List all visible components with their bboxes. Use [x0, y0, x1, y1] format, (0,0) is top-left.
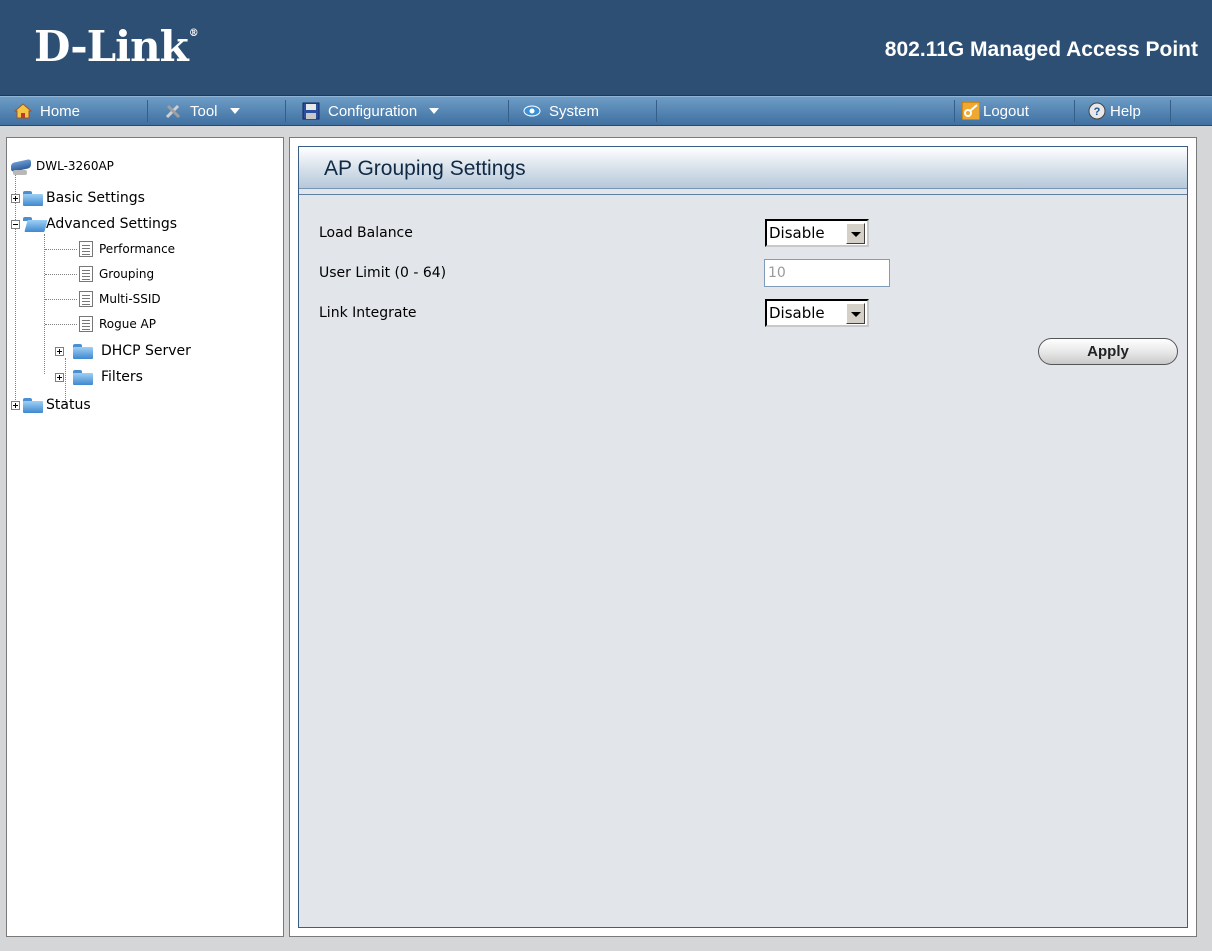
key-icon: [961, 101, 981, 121]
access-point-icon: [11, 155, 33, 177]
panel-header: AP Grouping Settings: [299, 147, 1187, 189]
registered-mark: ®: [188, 28, 199, 39]
chevron-down-icon: [229, 108, 240, 114]
tree-root-label: DWL-3260AP: [36, 159, 114, 173]
dropdown-arrow-icon[interactable]: [846, 302, 865, 324]
tree-item-grouping[interactable]: Grouping: [79, 264, 154, 284]
menu-configuration[interactable]: Configuration: [302, 97, 440, 125]
tree-item-filters[interactable]: Filters: [55, 367, 143, 387]
menu-logout[interactable]: Logout: [961, 97, 1029, 125]
user-limit-label: User Limit (0 - 64): [319, 265, 447, 281]
menu-system-label: System: [549, 102, 600, 120]
apply-button[interactable]: Apply: [1038, 338, 1178, 365]
link-integrate-label: Link Integrate: [319, 305, 417, 321]
divider: [299, 194, 1187, 195]
tree-item-rogue-ap[interactable]: Rogue AP: [79, 314, 156, 334]
tree-item-label: Grouping: [99, 267, 155, 281]
page-title: AP Grouping Settings: [324, 157, 526, 180]
menu-divider: [147, 100, 148, 122]
menu-help-label: Help: [1110, 102, 1141, 120]
settings-panel: AP Grouping Settings Load Balance Disabl…: [298, 146, 1188, 928]
user-limit-input[interactable]: 10: [764, 259, 890, 287]
tree-item-label: Filters: [101, 369, 143, 385]
menu-divider: [1170, 100, 1171, 122]
home-icon: [13, 102, 33, 120]
tree-item-label: Status: [46, 397, 91, 413]
tree-connector: [15, 174, 16, 404]
folder-icon: [73, 369, 93, 385]
folder-icon: [73, 343, 93, 359]
content-area: AP Grouping Settings Load Balance Disabl…: [289, 137, 1197, 937]
load-balance-label: Load Balance: [319, 225, 413, 241]
link-integrate-value: Disable: [769, 304, 825, 322]
document-icon: [79, 291, 93, 307]
link-integrate-select[interactable]: Disable: [765, 299, 869, 327]
tree-item-performance[interactable]: Performance: [79, 239, 175, 259]
product-title: 802.11G Managed Access Point: [884, 38, 1198, 61]
menu-logout-label: Logout: [983, 102, 1029, 120]
tree-item-label: Rogue AP: [99, 317, 157, 331]
expand-plus-icon[interactable]: [55, 372, 64, 382]
menu-home-label: Home: [40, 102, 81, 120]
header-banner: D-Link® 802.11G Managed Access Point: [0, 0, 1212, 96]
dropdown-arrow-icon[interactable]: [846, 222, 865, 244]
menu-tool-label: Tool: [190, 102, 218, 120]
tree-item-label: Advanced Settings: [46, 216, 178, 232]
folder-icon: [23, 190, 43, 206]
document-icon: [79, 241, 93, 257]
menu-help[interactable]: ? Help: [1088, 97, 1141, 125]
expand-plus-icon[interactable]: [11, 400, 20, 410]
menu-divider: [954, 100, 955, 122]
tool-icon: [164, 102, 182, 120]
expand-plus-icon[interactable]: [55, 346, 64, 356]
menu-configuration-label: Configuration: [328, 102, 418, 120]
menu-divider: [508, 100, 509, 122]
tree-item-label: Performance: [99, 242, 176, 256]
tree-root-device[interactable]: DWL-3260AP: [11, 156, 114, 176]
document-icon: [79, 266, 93, 282]
tree-item-dhcp-server[interactable]: DHCP Server: [55, 341, 191, 361]
tree-item-label: Basic Settings: [46, 190, 145, 206]
main-frame: DWL-3260AP Basic Settings Advanced Setti…: [0, 127, 1212, 951]
open-folder-icon: [23, 216, 43, 232]
tree-connector: [45, 324, 77, 325]
menu-divider: [1074, 100, 1075, 122]
menu-bar: Home Tool Configuration System Logout ?: [0, 96, 1212, 126]
floppy-disk-icon: [302, 102, 320, 120]
menu-system[interactable]: System: [523, 97, 599, 125]
chevron-down-icon: [429, 108, 440, 114]
help-icon: ?: [1088, 102, 1106, 120]
dlink-logo: D-Link®: [34, 22, 199, 71]
tree-item-label: Multi-SSID: [99, 292, 161, 306]
menu-tool[interactable]: Tool: [164, 97, 240, 125]
folder-icon: [23, 397, 43, 413]
menu-divider: [285, 100, 286, 122]
document-icon: [79, 316, 93, 332]
load-balance-select[interactable]: Disable: [765, 219, 869, 247]
menu-divider: [656, 100, 657, 122]
tree-connector: [45, 299, 77, 300]
menu-home[interactable]: Home: [13, 97, 81, 125]
tree-item-multi-ssid[interactable]: Multi-SSID: [79, 289, 161, 309]
tree-item-basic-settings[interactable]: Basic Settings: [11, 188, 145, 208]
load-balance-value: Disable: [769, 224, 825, 242]
tree-connector: [45, 249, 77, 250]
tree-item-status[interactable]: Status: [11, 395, 91, 415]
navigation-tree: DWL-3260AP Basic Settings Advanced Setti…: [6, 137, 284, 937]
tree-item-label: DHCP Server: [101, 343, 191, 359]
svg-text:?: ?: [1094, 106, 1101, 118]
collapse-minus-icon[interactable]: [11, 219, 20, 229]
tree-connector: [45, 274, 77, 275]
system-icon: [523, 102, 541, 120]
tree-item-advanced-settings[interactable]: Advanced Settings: [11, 214, 177, 234]
expand-plus-icon[interactable]: [11, 193, 20, 203]
tree-connector: [44, 234, 45, 374]
